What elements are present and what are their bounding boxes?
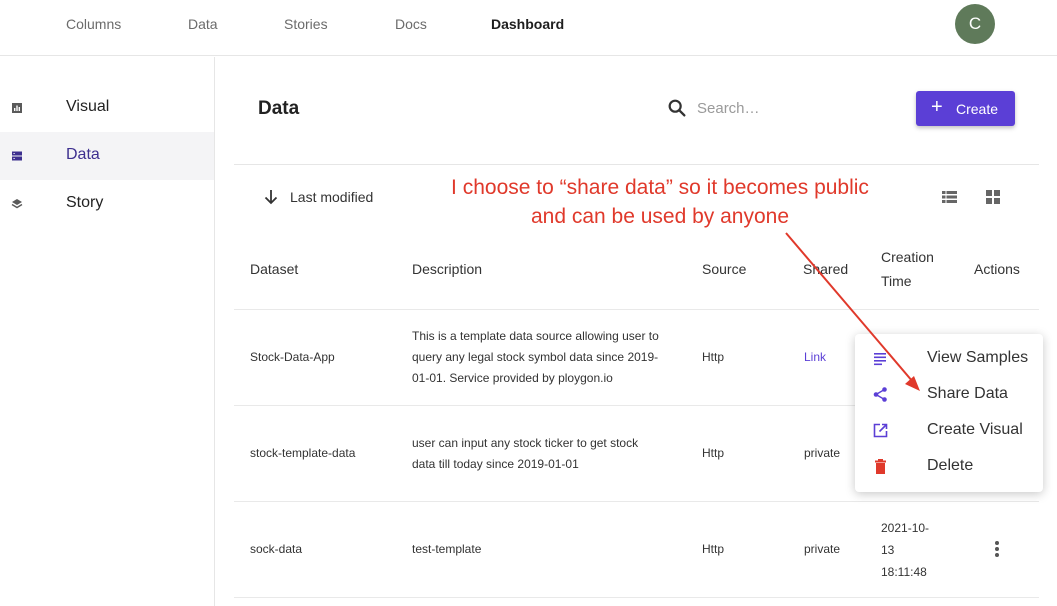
cell-dataset[interactable]: stock-template-data [250,443,355,464]
page-title: Data [258,98,300,119]
column-header-description[interactable]: Description [412,257,482,281]
sidebar-item-label: Story [66,194,104,211]
annotation-line-1: I choose to “share data” so it becomes p… [451,176,869,199]
menu-item-share-data[interactable]: Share Data [855,376,1043,412]
column-header-dataset[interactable]: Dataset [250,257,298,281]
arrow-down-icon [264,190,278,205]
trash-icon [875,459,886,474]
create-button-label: Create [956,101,999,117]
cell-source: Http [702,350,725,364]
sidebar-item-story[interactable]: Story [0,180,214,228]
column-header-creation-time[interactable]: Creation Time [881,245,951,293]
menu-item-delete[interactable]: Delete [855,448,1043,484]
column-header-actions: Actions [974,261,1020,277]
menu-item-view-samples[interactable]: View Samples [855,340,1043,376]
external-link-icon [873,423,888,438]
sort-label: Last modified [290,189,374,205]
sidebar-item-visual[interactable]: Visual [0,84,214,132]
cell-shared: private [804,542,841,556]
nav-stories[interactable]: Stories [284,16,328,32]
create-button[interactable]: + Create [916,91,1015,126]
cell-shared: private [804,446,841,460]
cell-source: Http [702,446,725,460]
sidebar-item-data[interactable]: Data [0,132,214,180]
layers-icon [11,199,23,209]
nav-dashboard[interactable]: Dashboard [491,16,564,32]
share-icon [873,387,887,402]
search-input[interactable] [697,96,877,120]
plus-icon: + [931,96,943,118]
annotation-line-2: and can be used by anyone [530,205,790,228]
row-divider [234,597,1039,598]
cell-dataset[interactable]: sock-data [250,539,302,560]
nav-columns[interactable]: Columns [66,16,121,32]
menu-item-label: View Samples [927,349,1029,366]
cell-source: Http [702,542,725,556]
more-vert-icon[interactable] [994,541,1000,559]
top-nav: Columns Data Stories Docs Dashboard C [0,0,1057,56]
sidebar: Visual Data Story [0,57,215,606]
actions-menu: View Samples Share Data Create Visual De… [855,334,1043,492]
cell-description: This is a template data source allowing … [412,329,659,385]
avatar[interactable]: C [955,4,995,44]
annotation-text: I choose to “share data” so it becomes p… [410,173,910,231]
menu-item-label: Share Data [927,385,1008,402]
nav-docs[interactable]: Docs [395,16,427,32]
cell-description: test-template [412,542,482,556]
cell-description: user can input any stock ticker to get s… [412,436,639,471]
menu-item-label: Delete [927,457,974,474]
share-link[interactable]: Link [804,347,826,368]
row-divider [234,309,1039,310]
sidebar-item-label: Visual [66,98,110,115]
column-header-source[interactable]: Source [702,257,746,281]
search-icon[interactable] [666,97,688,119]
nav-data[interactable]: Data [188,16,218,32]
column-header-shared[interactable]: Shared [803,257,848,281]
database-icon [12,151,22,161]
header-divider [234,164,1039,165]
menu-item-create-visual[interactable]: Create Visual [855,412,1043,448]
list-view-icon[interactable] [942,190,957,204]
list-icon [874,353,886,366]
row-divider [234,501,1039,502]
sidebar-item-label: Data [66,146,100,163]
cell-creation-time: 2021-10-13 18:11:48 [881,521,930,579]
cell-dataset[interactable]: Stock-Data-App [250,347,335,368]
bar-chart-icon [12,103,22,113]
grid-view-icon[interactable] [986,190,1000,204]
menu-item-label: Create Visual [927,421,1023,438]
